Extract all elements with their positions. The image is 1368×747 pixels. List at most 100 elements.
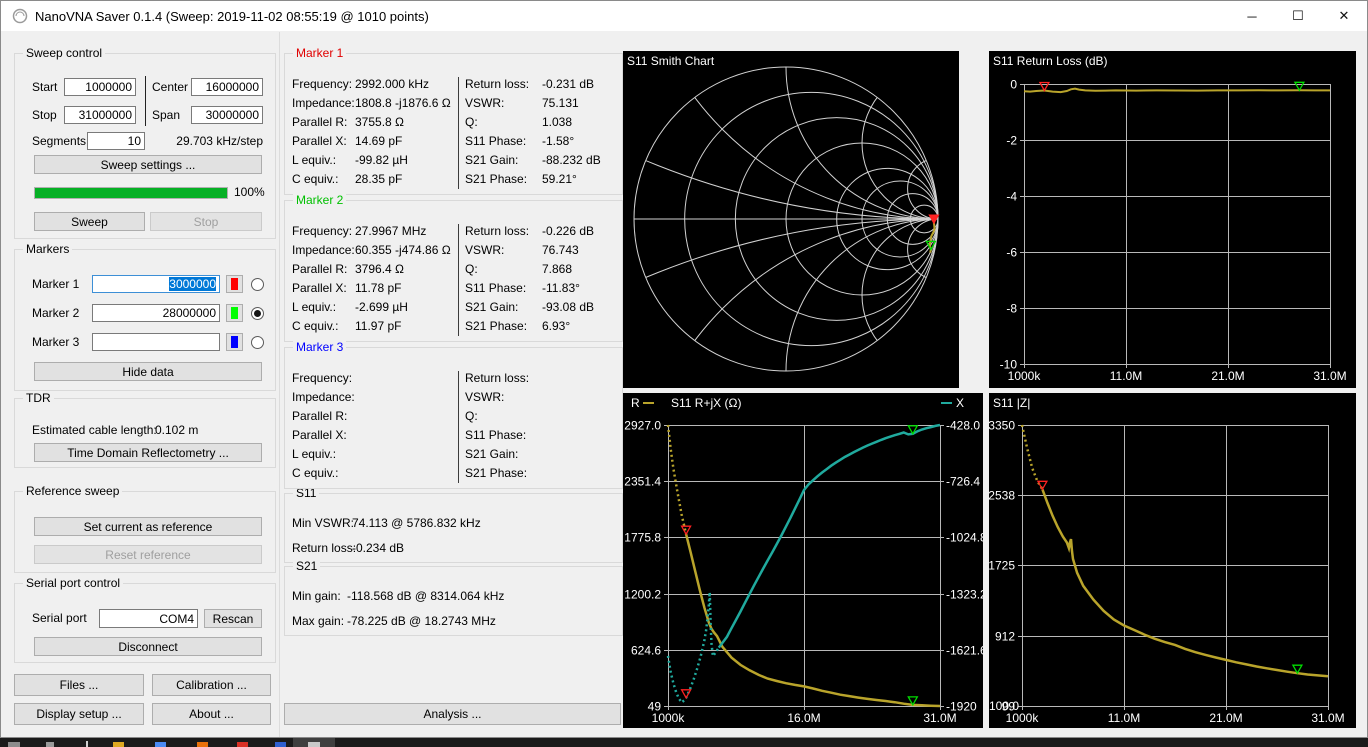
pinned-app-icon-4[interactable] — [237, 742, 248, 747]
search-icon[interactable] — [46, 742, 54, 747]
hide-data-button[interactable]: Hide data — [34, 362, 262, 381]
svg-text:-1024.8: -1024.8 — [946, 531, 983, 545]
svg-text:100.0: 100.0 — [989, 699, 1019, 713]
field-label: Parallel R: — [292, 115, 347, 130]
stop-label: Stop — [32, 108, 57, 123]
marker-1-info-panel: Marker 1Frequency:2992.000 kHzImpedance:… — [284, 53, 623, 195]
segments-input[interactable] — [87, 132, 145, 150]
field-value: 76.743 — [542, 243, 579, 258]
field-label: Frequency: — [292, 224, 352, 239]
sweep-field-divider — [145, 76, 146, 126]
field-label: Q: — [465, 409, 478, 424]
progress-fill — [35, 188, 227, 198]
svg-text:16.0M: 16.0M — [787, 711, 820, 725]
z-magnitude-chart[interactable]: 1000k11.0M21.0M31.0M33502538172591299100… — [989, 393, 1356, 728]
disconnect-button[interactable]: Disconnect — [34, 637, 262, 656]
marker-1-radio[interactable] — [251, 278, 264, 291]
field-label: Return loss: — [292, 541, 356, 556]
maximize-button[interactable]: ☐ — [1275, 1, 1321, 31]
sweep-control-title: Sweep control — [23, 46, 105, 61]
stop-button[interactable]: Stop — [150, 212, 262, 231]
field-label: L equiv.: — [292, 153, 336, 168]
field-value: 11.97 pF — [355, 319, 401, 334]
close-button[interactable]: ✕ — [1321, 1, 1367, 31]
r-plus-jx-chart[interactable]: 1000k16.0M31.0M2927.02351.41775.81200.26… — [623, 393, 983, 728]
about-button[interactable]: About ... — [152, 703, 271, 725]
svg-text:-726.4: -726.4 — [946, 475, 980, 489]
field-label: Impedance: — [292, 390, 355, 405]
display-setup-button[interactable]: Display setup ... — [14, 703, 144, 725]
svg-text:3350: 3350 — [989, 419, 1015, 433]
svg-text:912: 912 — [995, 630, 1015, 644]
stop-input[interactable] — [64, 106, 136, 124]
marker-2-frequency-input[interactable]: 28000000 — [92, 304, 220, 322]
text-cursor-fragment[interactable] — [86, 741, 88, 747]
marker-3-frequency-input[interactable] — [92, 333, 220, 351]
sweep-progress-bar — [34, 187, 228, 199]
field-label: Return loss: — [465, 77, 529, 92]
field-value: 60.355 -j474.86 Ω — [355, 243, 451, 258]
marker-2-color-swatch[interactable] — [226, 304, 243, 322]
field-value: 74.113 @ 5786.832 kHz — [352, 516, 481, 531]
rescan-button[interactable]: Rescan — [204, 609, 262, 628]
reference-sweep-group: Reference sweep Set current as reference… — [14, 491, 276, 573]
field-label: S21 Gain: — [465, 447, 518, 462]
svg-text:R: R — [631, 396, 640, 410]
field-label: Parallel R: — [292, 409, 347, 424]
field-label: Min gain: — [292, 589, 341, 604]
window-title: NanoVNA Saver 0.1.4 (Sweep: 2019-11-02 0… — [35, 9, 429, 24]
span-input[interactable] — [191, 106, 263, 124]
marker-2-radio[interactable] — [251, 307, 264, 320]
set-reference-button[interactable]: Set current as reference — [34, 517, 262, 536]
center-input[interactable] — [191, 78, 263, 96]
markers-group: Markers Hide data Marker 13000000Marker … — [14, 249, 276, 391]
field-label: Parallel X: — [292, 428, 347, 443]
windows-taskbar[interactable] — [0, 738, 1368, 747]
calibration-button[interactable]: Calibration ... — [152, 674, 271, 696]
active-app-icon[interactable] — [308, 742, 320, 747]
marker-3-color-swatch[interactable] — [226, 333, 243, 351]
marker-3-color — [231, 336, 238, 348]
marker-3-info-panel: Marker 3Frequency:Impedance:Parallel R:P… — [284, 347, 623, 489]
sweep-button[interactable]: Sweep — [34, 212, 145, 231]
minimize-button[interactable]: ─ — [1229, 1, 1275, 31]
pinned-app-icon-1[interactable] — [113, 742, 124, 747]
field-label: VSWR: — [465, 243, 504, 258]
sweep-settings-button[interactable]: Sweep settings ... — [34, 155, 262, 174]
svg-text:-1323.2: -1323.2 — [946, 588, 983, 602]
svg-text:624.6: 624.6 — [631, 644, 661, 658]
segments-label: Segments — [32, 134, 86, 149]
column-divider — [458, 371, 459, 483]
center-label: Center — [152, 80, 188, 95]
tdr-button[interactable]: Time Domain Reflectometry ... — [34, 443, 262, 462]
svg-text:31.0M: 31.0M — [1313, 369, 1346, 383]
reference-sweep-title: Reference sweep — [23, 484, 122, 499]
svg-text:1725: 1725 — [989, 559, 1015, 573]
files-button[interactable]: Files ... — [14, 674, 144, 696]
pinned-app-icon-5[interactable] — [275, 742, 286, 747]
title-bar[interactable]: NanoVNA Saver 0.1.4 (Sweep: 2019-11-02 0… — [1, 1, 1367, 31]
field-value: -88.232 dB — [542, 153, 601, 168]
pinned-app-icon-2[interactable] — [155, 742, 166, 747]
field-label: S21 Phase: — [465, 172, 527, 187]
start-button-icon[interactable] — [8, 742, 20, 747]
smith-chart[interactable]: S11 Smith Chart — [623, 51, 959, 388]
svg-text:S11 Return Loss (dB): S11 Return Loss (dB) — [993, 54, 1108, 68]
marker-1-frequency-input[interactable]: 3000000 — [92, 275, 220, 293]
field-value: 75.131 — [542, 96, 579, 111]
field-label: S11 Phase: — [465, 281, 526, 296]
reset-reference-button[interactable]: Reset reference — [34, 545, 262, 564]
field-label: Frequency: — [292, 371, 352, 386]
marker-1-color-swatch[interactable] — [226, 275, 243, 293]
marker-3-radio[interactable] — [251, 336, 264, 349]
analysis-button[interactable]: Analysis ... — [284, 703, 621, 725]
serial-port-title: Serial port control — [23, 576, 123, 591]
marker-2-frequency-value: 28000000 — [163, 306, 216, 320]
svg-text:1775.8: 1775.8 — [624, 531, 661, 545]
field-label: Impedance: — [292, 96, 355, 111]
svg-text:-4: -4 — [1006, 190, 1017, 204]
return-loss-chart[interactable]: 1000k11.0M21.0M31.0M0-2-4-6-8-10S11 Retu… — [989, 51, 1356, 388]
serial-port-input[interactable] — [99, 609, 198, 628]
start-input[interactable] — [64, 78, 136, 96]
pinned-app-icon-3[interactable] — [197, 742, 208, 747]
